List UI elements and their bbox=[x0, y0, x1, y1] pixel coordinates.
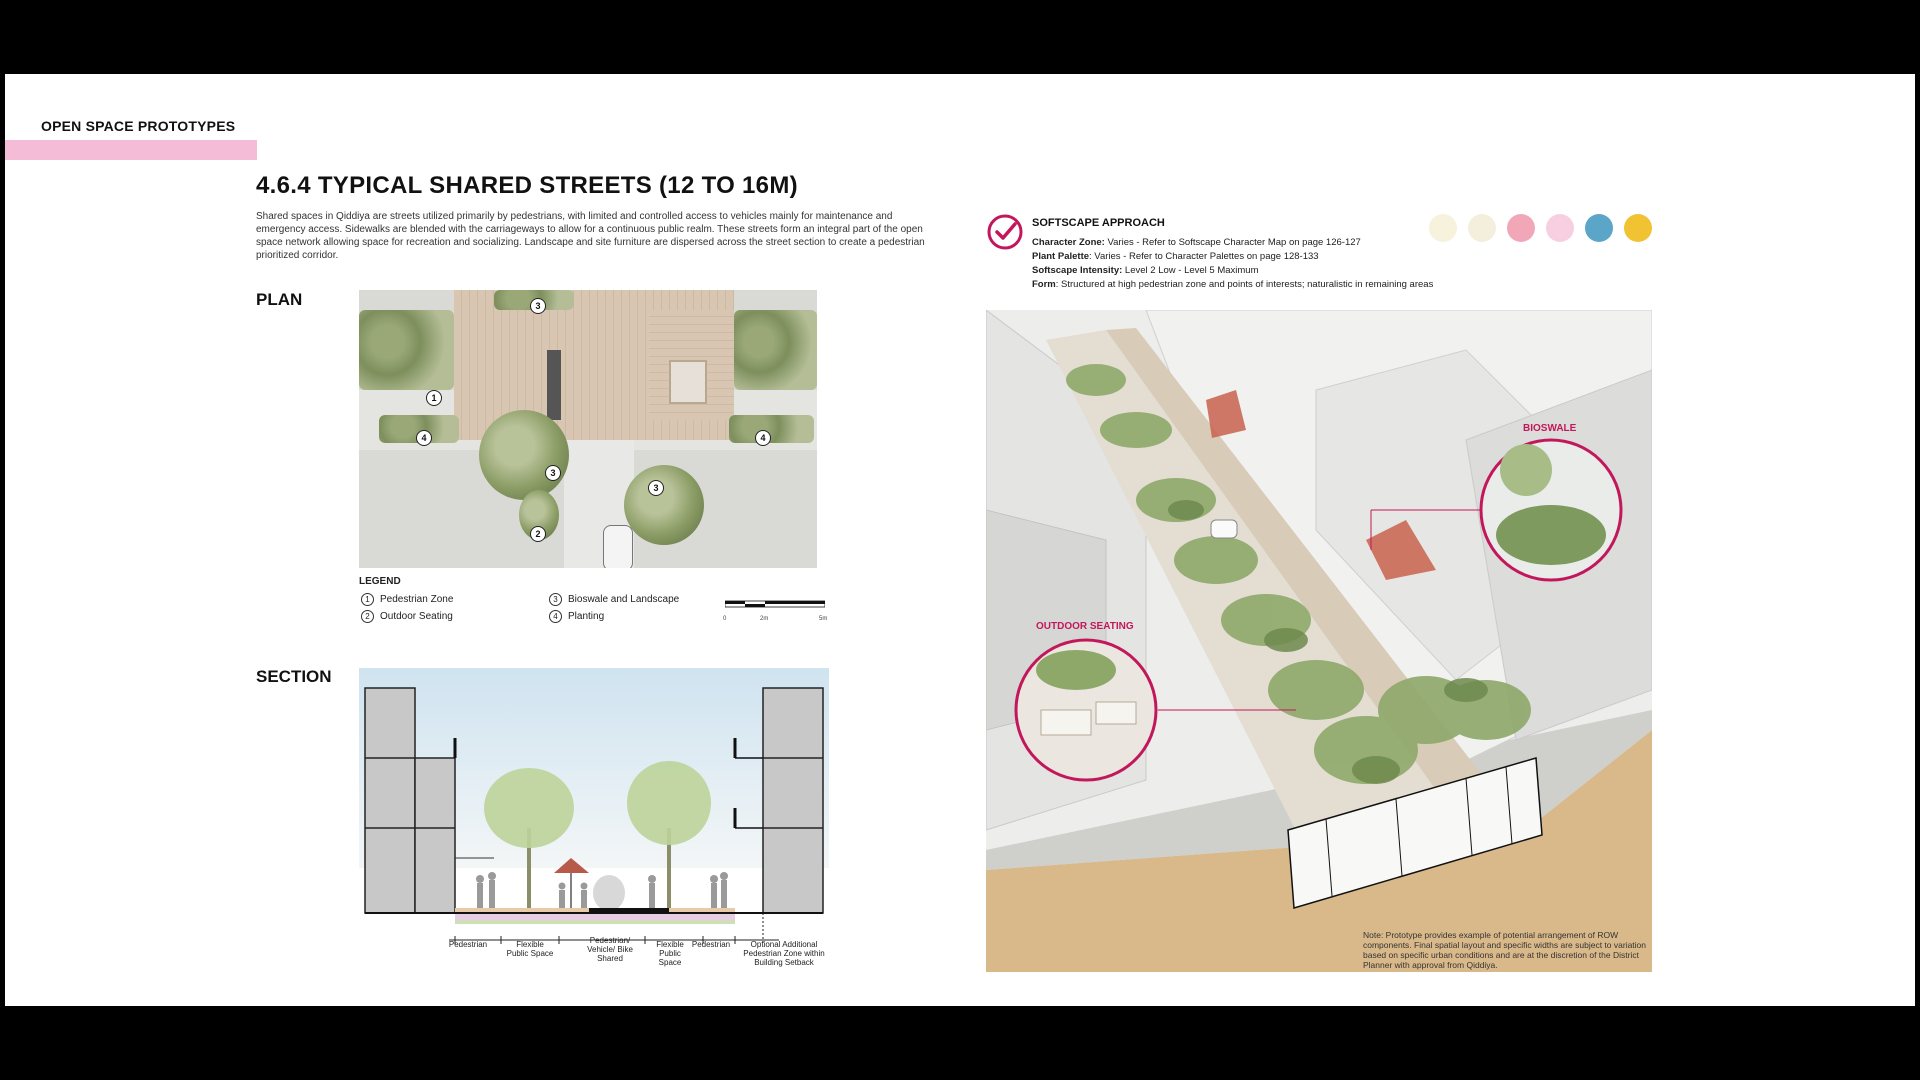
plan-label: PLAN bbox=[256, 290, 303, 309]
section-drawing bbox=[359, 668, 829, 944]
eyebrow-accent-bar bbox=[5, 140, 257, 160]
plan-marker: 3 bbox=[648, 480, 664, 496]
character-zone-value: Varies - Refer to Softscape Character Ma… bbox=[1107, 237, 1361, 248]
softscape-title: SOFTSCAPE APPROACH bbox=[1032, 217, 1165, 229]
scale-label-0: 0 bbox=[723, 616, 727, 622]
character-icon-6 bbox=[1624, 214, 1652, 242]
form-line: Form: Structured at high pedestrian zone… bbox=[1032, 279, 1433, 290]
plan-bench bbox=[547, 350, 561, 420]
plan-planting-bed bbox=[359, 310, 454, 390]
intro-paragraph: Shared spaces in Qiddiya are streets uti… bbox=[256, 211, 925, 261]
legend-text: Planting bbox=[568, 611, 605, 622]
section-eyebrow: OPEN SPACE PROTOTYPES bbox=[41, 118, 236, 134]
section-label: SECTION bbox=[256, 667, 332, 686]
plan-marker: 3 bbox=[545, 465, 561, 481]
prototype-note: Note: Prototype provides example of pote… bbox=[1363, 930, 1647, 970]
scale-label-2m: 2m bbox=[760, 616, 769, 622]
check-circle-icon bbox=[987, 214, 1023, 250]
plan-vehicle bbox=[603, 525, 633, 568]
character-zone-line: Character Zone: Varies - Refer to Softsc… bbox=[1032, 237, 1361, 248]
plan-planting-bed bbox=[729, 415, 814, 443]
document-page: OPEN SPACE PROTOTYPES 4.6.4 TYPICAL SHAR… bbox=[5, 74, 1915, 1006]
axonometric-drawing bbox=[986, 310, 1652, 972]
scale-label-5m: 5m bbox=[819, 616, 828, 622]
legend-text: Outdoor Seating bbox=[380, 611, 453, 622]
section-zone-label: Optional Additional Pedestrian Zone with… bbox=[743, 940, 825, 967]
legend-number: 3 bbox=[549, 593, 562, 606]
legend-item: 3 Bioswale and Landscape bbox=[549, 593, 679, 606]
legend-number: 1 bbox=[361, 593, 374, 606]
plan-seating-table bbox=[669, 360, 707, 404]
character-icon-5 bbox=[1585, 214, 1613, 242]
softscape-intensity-line: Softscape Intensity: Level 2 Low - Level… bbox=[1032, 265, 1259, 276]
legend-title: LEGEND bbox=[359, 576, 401, 587]
bioswale-callout-label: BIOSWALE bbox=[1523, 423, 1577, 434]
softscape-intensity-value: Level 2 Low - Level 5 Maximum bbox=[1124, 265, 1259, 276]
plant-palette-label: Plant Palette bbox=[1032, 251, 1090, 262]
legend-number: 4 bbox=[549, 610, 562, 623]
plant-palette-line: Plant Palette: Varies - Refer to Charact… bbox=[1032, 251, 1319, 262]
section-zone-label: Flexible Public Space bbox=[656, 940, 684, 967]
plan-marker: 1 bbox=[426, 390, 442, 406]
legend-item: 1 Pedestrian Zone bbox=[361, 593, 453, 606]
character-icon-4 bbox=[1546, 214, 1574, 242]
character-icon-1 bbox=[1429, 214, 1457, 242]
plan-marker: 2 bbox=[530, 526, 546, 542]
form-value: : Structured at high pedestrian zone and… bbox=[1055, 279, 1434, 290]
section-zone-label: Pedestrian/ Vehicle/ Bike Shared bbox=[587, 936, 633, 963]
plan-tree bbox=[624, 465, 704, 545]
plan-marker: 4 bbox=[755, 430, 771, 446]
legend-text: Bioswale and Landscape bbox=[568, 594, 680, 605]
legend-number: 2 bbox=[361, 610, 374, 623]
legend-item: 2 Outdoor Seating bbox=[361, 610, 453, 623]
plant-palette-value: : Varies - Refer to Character Palettes o… bbox=[1089, 251, 1319, 262]
plan-tree bbox=[479, 410, 569, 500]
legend-text: Pedestrian Zone bbox=[380, 594, 454, 605]
section-zone-label: Pedestrian bbox=[691, 940, 731, 949]
scale-bar bbox=[725, 600, 825, 608]
plan-marker: 4 bbox=[416, 430, 432, 446]
outdoor-seating-callout-label: OUTDOOR SEATING bbox=[1036, 621, 1134, 632]
section-zone-label: Pedestrian bbox=[448, 940, 488, 949]
page-title: 4.6.4 TYPICAL SHARED STREETS (12 TO 16M) bbox=[256, 172, 798, 199]
legend-item: 4 Planting bbox=[549, 610, 604, 623]
softscape-intensity-label: Softscape Intensity: bbox=[1032, 265, 1123, 276]
character-zone-label: Character Zone: bbox=[1032, 237, 1105, 248]
plan-planting-bed bbox=[734, 310, 817, 390]
character-icon-2 bbox=[1468, 214, 1496, 242]
section-zone-label: Flexible Public Space bbox=[506, 940, 554, 958]
form-label: Form bbox=[1032, 279, 1056, 290]
plan-drawing: 3 1 4 4 3 3 2 bbox=[359, 290, 817, 568]
plan-marker: 3 bbox=[530, 298, 546, 314]
character-icon-3 bbox=[1507, 214, 1535, 242]
